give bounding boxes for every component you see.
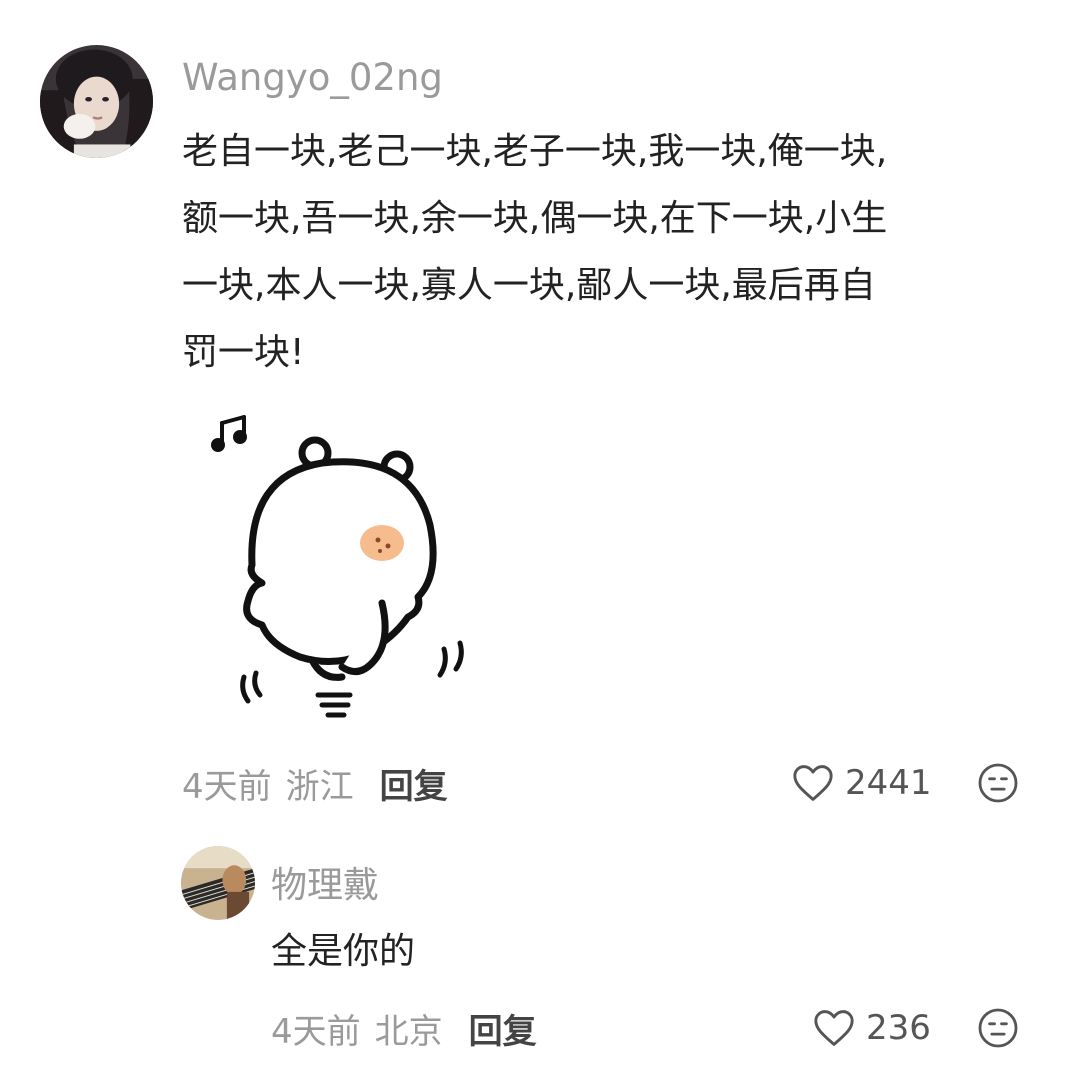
reply-location: 北京	[374, 1011, 443, 1052]
reply-react-button[interactable]	[977, 1007, 1019, 1049]
comment-location: 浙江	[285, 766, 354, 807]
avatar-photo	[40, 45, 153, 158]
comment-text: 老自一块,老己一块,老子一块,我一块,俺一块, 额一块,吾一块,余一块,偶一块,…	[182, 118, 887, 386]
reply-avatar[interactable]	[181, 846, 255, 920]
heart-icon	[814, 1010, 854, 1046]
comment-time: 4天前	[182, 766, 272, 807]
comment-text-line: 额一块,吾一块,余一块,偶一块,在下一块,小生	[182, 198, 888, 239]
comment-react-button[interactable]	[977, 762, 1019, 804]
comment-meta: 4天前 浙江 回复	[182, 759, 448, 808]
comment-username[interactable]: Wangyo_02ng	[182, 56, 443, 99]
reply-like-button[interactable]: 236	[812, 1005, 931, 1051]
neutral-face-icon	[978, 1008, 1018, 1048]
avatar-photo	[181, 846, 255, 920]
sticker-image[interactable]	[182, 405, 482, 725]
reply-reply-button[interactable]: 回复	[469, 1004, 537, 1053]
comment-avatar[interactable]	[40, 45, 153, 158]
comment-text-line: 一块,本人一块,寡人一块,鄙人一块,最后再自	[182, 265, 876, 306]
neutral-face-icon	[978, 763, 1018, 803]
comment-like-button[interactable]: 2441	[791, 760, 932, 806]
reply-like-count: 236	[866, 1008, 931, 1048]
comment-text-line: 老自一块,老己一块,老子一块,我一块,俺一块,	[182, 131, 888, 172]
dancing-bear-sticker-icon	[211, 415, 464, 718]
comment-reply-button[interactable]: 回复	[380, 759, 448, 808]
comment-like-count: 2441	[845, 763, 932, 803]
reply-meta: 4天前 北京 回复	[271, 1004, 537, 1053]
reply-time: 4天前	[271, 1011, 361, 1052]
reply-text: 全是你的	[271, 931, 416, 972]
heart-icon	[793, 765, 833, 801]
comment-text-line: 罚一块!	[182, 332, 305, 373]
reply-username[interactable]: 物理戴	[271, 856, 379, 908]
